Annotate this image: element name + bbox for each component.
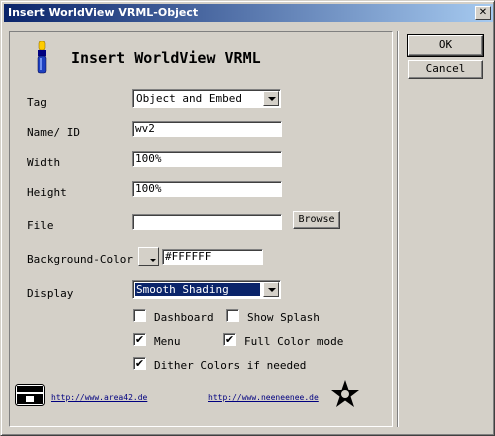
area42-link[interactable]: http://www.area42.de <box>51 393 147 402</box>
cancel-button[interactable]: Cancel <box>408 60 483 79</box>
tag-label: Tag <box>27 96 47 109</box>
ok-button[interactable]: OK <box>407 34 484 57</box>
file-input[interactable] <box>132 214 282 230</box>
divider <box>397 31 399 427</box>
menu-checkbox[interactable]: ✔ <box>133 333 146 346</box>
file-label: File <box>27 219 54 232</box>
insert-worldview-dialog: Insert WorldView VRML-Object ✕ OK Cancel… <box>0 0 495 436</box>
width-label: Width <box>27 156 61 169</box>
neeneenee-star-logo-icon <box>331 380 359 407</box>
browse-button[interactable]: Browse <box>293 211 340 229</box>
neeneenee-link[interactable]: http://www.neeneenee.de <box>208 393 319 402</box>
close-button[interactable]: ✕ <box>475 6 491 20</box>
dither-colors-label: Dither Colors if needed <box>154 359 307 372</box>
height-label: Height <box>27 186 67 199</box>
background-color-input[interactable]: #FFFFFF <box>162 249 263 265</box>
full-color-mode-checkbox[interactable]: ✔ <box>223 333 236 346</box>
tag-select-value: Object and Embed <box>136 92 242 105</box>
tag-select[interactable]: Object and Embed <box>132 89 281 108</box>
display-select-value: Smooth Shading <box>135 283 260 296</box>
chevron-down-icon[interactable] <box>263 282 279 297</box>
width-input[interactable]: 100% <box>132 151 282 167</box>
color-picker-button[interactable] <box>138 247 159 266</box>
close-icon: ✕ <box>478 7 488 18</box>
show-splash-checkbox[interactable] <box>226 309 239 322</box>
name-id-input[interactable]: wv2 <box>132 121 282 137</box>
checkmark-icon: ✔ <box>224 333 235 346</box>
page-title: Insert WorldView VRML <box>71 49 261 67</box>
title-bar[interactable]: Insert WorldView VRML-Object ✕ <box>4 4 493 22</box>
full-color-mode-label: Full Color mode <box>244 335 344 348</box>
checkmark-icon: ✔ <box>134 333 145 346</box>
dashboard-checkbox[interactable] <box>133 309 146 322</box>
background-color-label: Background-Color <box>27 253 133 266</box>
checkmark-icon: ✔ <box>134 357 145 370</box>
display-label: Display <box>27 287 74 300</box>
height-input[interactable]: 100% <box>132 181 282 197</box>
area42-logo-icon <box>15 384 45 406</box>
dashboard-label: Dashboard <box>154 311 214 324</box>
display-select[interactable]: Smooth Shading <box>132 280 281 299</box>
chevron-down-icon <box>150 259 156 262</box>
dither-colors-checkbox[interactable]: ✔ <box>133 357 146 370</box>
menu-label: Menu <box>154 335 181 348</box>
name-id-label: Name/ ID <box>27 126 80 139</box>
window-title: Insert WorldView VRML-Object <box>8 6 199 19</box>
vrml-plugin-icon <box>37 41 47 74</box>
show-splash-label: Show Splash <box>247 311 320 324</box>
chevron-down-icon[interactable] <box>263 91 279 106</box>
